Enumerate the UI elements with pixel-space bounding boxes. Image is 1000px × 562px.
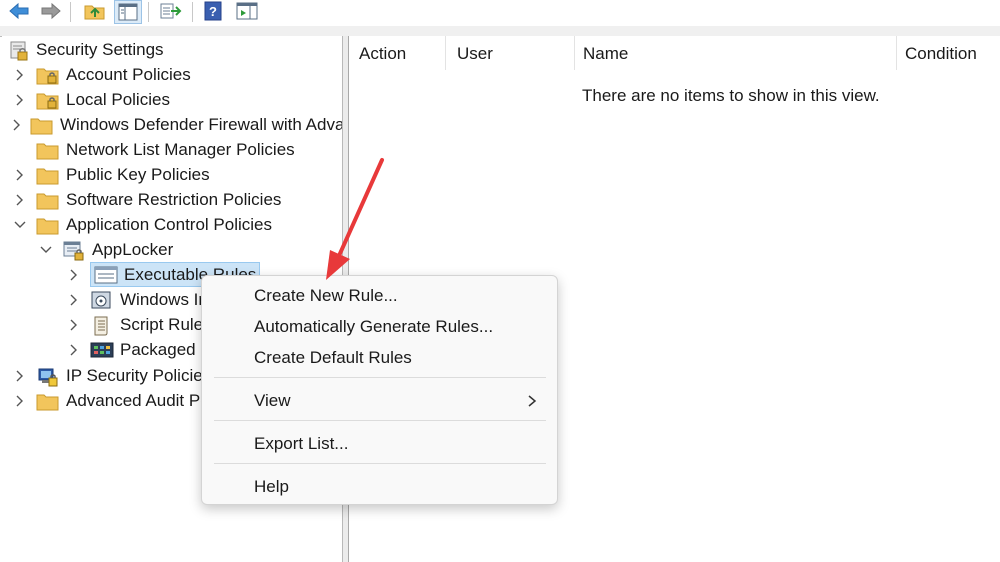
- menu-item-view[interactable]: View: [202, 386, 557, 416]
- tree-label: Account Policies: [66, 64, 191, 84]
- menu-separator: [214, 420, 546, 421]
- security-settings-icon: [8, 40, 30, 60]
- menu-item-label: View: [254, 391, 291, 410]
- folder-icon: [30, 115, 54, 135]
- tree-item-account-policies[interactable]: Account Policies: [12, 62, 191, 87]
- column-header-label: Action: [359, 44, 407, 63]
- show-hide-tree-icon[interactable]: [114, 0, 142, 24]
- menu-separator: [214, 463, 546, 464]
- menu-item-create-default-rules[interactable]: Create Default Rules: [202, 343, 557, 373]
- menu-item-label: Export List...: [254, 434, 349, 453]
- chevron-right-icon[interactable]: [66, 292, 82, 308]
- tree-item-public-key-policies[interactable]: Public Key Policies: [12, 162, 210, 187]
- chevron-right-icon[interactable]: [12, 393, 28, 409]
- tree-label: Network List Manager Policies: [66, 139, 295, 159]
- tree-item-packaged-app-rules[interactable]: Packaged a: [66, 337, 210, 362]
- help-icon[interactable]: ?: [200, 0, 226, 22]
- column-header-user[interactable]: User: [457, 36, 567, 72]
- column-header-label: Condition: [905, 44, 977, 63]
- tree-item-local-policies[interactable]: Local Policies: [12, 87, 170, 112]
- tree-item-advanced-audit-policy[interactable]: Advanced Audit Po: [12, 388, 210, 413]
- column-divider[interactable]: [896, 36, 897, 70]
- tree-label: IP Security Policies: [66, 365, 212, 385]
- locked-folder-icon: [36, 90, 60, 110]
- tree-label: Security Settings: [36, 39, 164, 59]
- column-header-condition[interactable]: Condition: [905, 36, 1000, 72]
- script-icon: [90, 315, 114, 335]
- action-pane-icon[interactable]: [234, 0, 260, 22]
- chevron-right-icon[interactable]: [12, 167, 28, 183]
- menu-item-label: Automatically Generate Rules...: [254, 317, 494, 336]
- tree-item-applocker[interactable]: AppLocker: [38, 237, 173, 262]
- tree-item-script-rules[interactable]: Script Rules: [66, 312, 212, 337]
- back-arrow-icon[interactable]: [6, 0, 32, 22]
- chevron-down-icon[interactable]: [38, 242, 54, 258]
- chevron-right-icon[interactable]: [66, 317, 82, 333]
- tree-label: Public Key Policies: [66, 164, 210, 184]
- chevron-right-icon[interactable]: [12, 67, 28, 83]
- context-menu: Create New Rule... Automatically Generat…: [201, 275, 558, 505]
- column-divider[interactable]: [445, 36, 446, 70]
- column-header-label: User: [457, 44, 493, 63]
- empty-list-message: There are no items to show in this view.: [582, 86, 880, 105]
- forward-arrow-icon[interactable]: [38, 0, 64, 22]
- chevron-right-icon[interactable]: [12, 192, 28, 208]
- folder-icon: [36, 215, 60, 235]
- folder-icon: [36, 190, 60, 210]
- tree-label: Software Restriction Policies: [66, 189, 282, 209]
- tree-label: Script Rules: [120, 314, 212, 334]
- tree-item-network-list-manager[interactable]: Network List Manager Policies: [36, 137, 295, 162]
- column-divider[interactable]: [574, 36, 575, 70]
- chevron-down-icon[interactable]: [12, 217, 28, 233]
- column-header-action[interactable]: Action: [359, 36, 449, 72]
- tree-item-software-restriction-policies[interactable]: Software Restriction Policies: [12, 187, 281, 212]
- packaged-app-icon: [90, 340, 114, 360]
- tree-label: Windows Ir: [120, 289, 205, 309]
- column-header-label: Name: [583, 44, 629, 63]
- tree-label: Advanced Audit Po: [66, 390, 210, 410]
- up-folder-icon[interactable]: [82, 0, 108, 22]
- tree-label: Windows Defender Firewall with Advai: [60, 114, 342, 134]
- chevron-right-icon[interactable]: [12, 117, 22, 133]
- menu-separator: [214, 377, 546, 378]
- menu-item-label: Help: [254, 477, 289, 496]
- menu-item-export-list[interactable]: Export List...: [202, 429, 557, 459]
- chevron-right-icon[interactable]: [12, 368, 28, 384]
- tree-label: AppLocker: [92, 239, 174, 259]
- tree-item-windows-defender-firewall[interactable]: Windows Defender Firewall with Advai: [12, 112, 342, 137]
- tree-label: Application Control Policies: [66, 214, 272, 234]
- ip-security-icon: [36, 366, 60, 386]
- chevron-right-icon[interactable]: [12, 92, 28, 108]
- column-header-name[interactable]: Name: [583, 36, 883, 72]
- folder-icon: [36, 140, 60, 160]
- applocker-icon: [62, 240, 86, 260]
- menu-item-automatically-generate-rules[interactable]: Automatically Generate Rules...: [202, 312, 557, 342]
- rules-list-icon: [94, 265, 118, 285]
- export-list-icon[interactable]: [158, 0, 184, 22]
- tree-label: Local Policies: [66, 89, 170, 109]
- menu-item-help[interactable]: Help: [202, 472, 557, 502]
- svg-text:?: ?: [209, 4, 217, 19]
- chevron-right-icon[interactable]: [66, 342, 82, 358]
- menu-item-create-new-rule[interactable]: Create New Rule...: [202, 281, 557, 311]
- folder-icon: [36, 391, 60, 411]
- menu-item-label: Create New Rule...: [254, 286, 398, 305]
- menu-item-label: Create Default Rules: [254, 348, 412, 367]
- chevron-right-icon: [525, 393, 539, 409]
- tree-root[interactable]: Security Settings: [8, 37, 164, 62]
- tree-label: Packaged a: [120, 339, 210, 359]
- folder-icon: [36, 165, 60, 185]
- installer-icon: [90, 290, 114, 310]
- tree-item-ip-security-policies[interactable]: IP Security Policies: [12, 363, 211, 388]
- locked-folder-icon: [36, 65, 60, 85]
- toolbar: ?: [0, 0, 1000, 26]
- chevron-right-icon[interactable]: [66, 267, 82, 283]
- tree-item-windows-installer-rules[interactable]: Windows Ir: [66, 287, 204, 312]
- tree-item-application-control-policies[interactable]: Application Control Policies: [12, 212, 272, 237]
